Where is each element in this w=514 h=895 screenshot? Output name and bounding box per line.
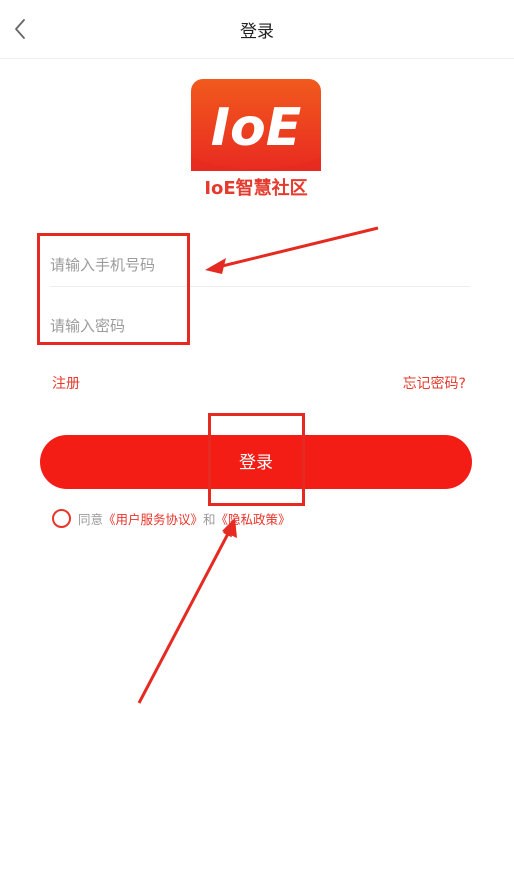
and-text: 和 <box>203 511 216 527</box>
privacy-policy-link[interactable]: 《隐私政策》 <box>216 509 291 528</box>
top-nav-bar: 登录 <box>0 0 514 59</box>
app-logo: IoE IoE智慧社区 <box>191 79 321 201</box>
logo-image: IoE IoE智慧社区 <box>191 79 321 199</box>
login-button[interactable]: 登录 <box>40 435 472 489</box>
page-title: 登录 <box>240 22 274 42</box>
register-link[interactable]: 注册 <box>52 373 80 393</box>
password-input[interactable] <box>50 298 470 354</box>
phone-input[interactable] <box>50 237 470 293</box>
user-agreement-link[interactable]: 《用户服务协议》 <box>103 509 203 528</box>
logo-caption: IoE智慧社区 <box>204 177 307 199</box>
agreement-row: 同意 《用户服务协议》 和 《隐私政策》 <box>52 507 291 529</box>
password-field-wrapper <box>50 298 470 354</box>
forgot-password-link[interactable]: 忘记密码? <box>403 373 466 393</box>
agree-text: 同意 <box>78 511 104 527</box>
agree-checkbox[interactable] <box>52 508 71 528</box>
logo-big-text: IoE <box>211 98 302 158</box>
annotation-arrow-login <box>137 526 233 704</box>
phone-field-wrapper <box>50 237 470 293</box>
field-divider <box>50 286 470 287</box>
